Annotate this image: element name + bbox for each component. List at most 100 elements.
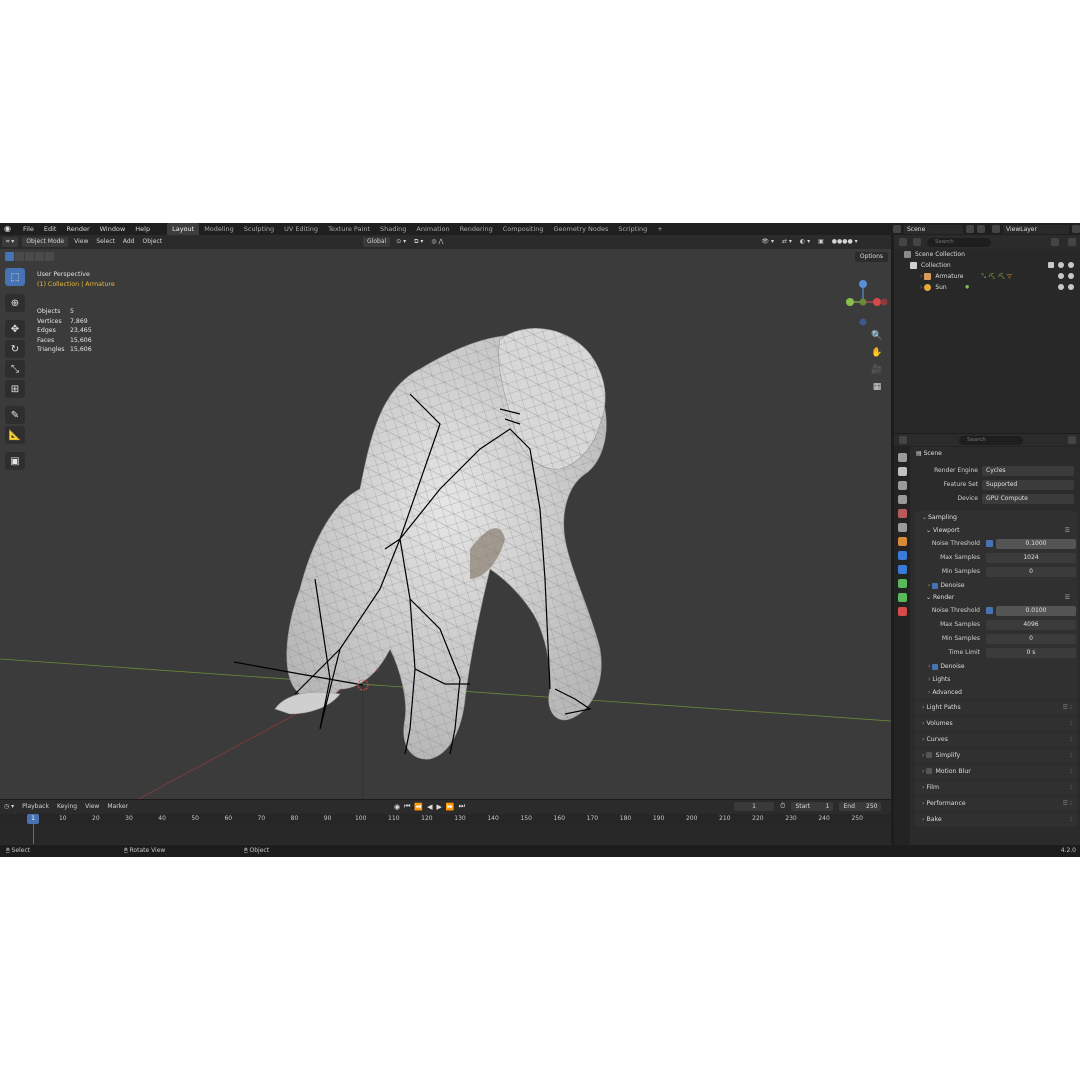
- scene-selector[interactable]: Scene: [893, 224, 985, 234]
- tab-shading[interactable]: Shading: [375, 223, 411, 235]
- visibility-icon[interactable]: 👁 ▾: [757, 237, 778, 247]
- z-axis-icon[interactable]: [859, 280, 867, 288]
- menu-view[interactable]: View: [70, 237, 92, 247]
- view-layer-selector[interactable]: ViewLayer: [992, 224, 1080, 234]
- modifiers-tab-icon[interactable]: [897, 565, 907, 574]
- tab-uv-editing[interactable]: UV Editing: [279, 223, 323, 235]
- simplify-panel[interactable]: › Simplify ⁝: [914, 748, 1078, 763]
- timeline-editor-type-icon[interactable]: ◷ ▾: [0, 800, 18, 813]
- r-denoise-checkbox[interactable]: [932, 663, 939, 670]
- menu-file[interactable]: File: [18, 223, 39, 235]
- new-collection-icon[interactable]: [1068, 238, 1076, 246]
- transform-orientation-dropdown[interactable]: Global: [363, 237, 391, 247]
- clock-icon[interactable]: ⏱: [780, 802, 785, 811]
- collection-exclude-checkbox[interactable]: [1048, 262, 1054, 268]
- properties-options-icon[interactable]: [1068, 436, 1076, 444]
- outliner-panel[interactable]: Search Scene Collection Collection › Arm…: [894, 235, 1080, 433]
- collection-tab-icon[interactable]: [897, 537, 907, 546]
- armature-render-icon[interactable]: [1068, 273, 1074, 279]
- transform-tool-icon[interactable]: ⊞: [5, 380, 25, 398]
- sampling-header[interactable]: ⌄Sampling: [914, 511, 1078, 525]
- vp-denoise-checkbox[interactable]: [932, 582, 939, 589]
- vp-noise-threshold-checkbox[interactable]: [986, 540, 993, 547]
- properties-panel[interactable]: Search ▤ Scene Render Engine Cycles Feat…: [894, 434, 1080, 845]
- tab-layout[interactable]: Layout: [167, 223, 200, 235]
- texture-tab-icon[interactable]: [897, 607, 907, 616]
- menu-edit[interactable]: Edit: [39, 223, 62, 235]
- record-icon[interactable]: ◉: [394, 803, 400, 811]
- menu-render[interactable]: Render: [61, 223, 94, 235]
- render-tab-icon[interactable]: [897, 467, 907, 476]
- r-noise-threshold-field[interactable]: 0.0100: [996, 606, 1076, 616]
- snap-icon[interactable]: ⧉ ▾: [410, 237, 427, 247]
- constraints-tab-icon[interactable]: [897, 593, 907, 602]
- 3d-viewport[interactable]: ⌗ ▾ Object Mode View Select Add Object G…: [0, 235, 891, 799]
- outliner-scene-collection[interactable]: Scene Collection: [894, 249, 1080, 260]
- advanced-subpanel[interactable]: › Advanced: [914, 686, 1078, 699]
- bake-panel[interactable]: › Bake ⁝: [914, 812, 1078, 827]
- filter-icon[interactable]: [1051, 238, 1059, 246]
- film-panel[interactable]: › Film ⁝: [914, 780, 1078, 795]
- jump-start-icon[interactable]: ⏮: [404, 802, 410, 811]
- new-scene-icon[interactable]: [977, 225, 985, 233]
- properties-editor-type-icon[interactable]: [899, 436, 907, 444]
- scale-tool-icon[interactable]: ⤡: [5, 360, 25, 378]
- playhead-frame[interactable]: 1: [27, 814, 39, 824]
- pan-hand-icon[interactable]: ✋: [870, 347, 884, 360]
- volumes-panel[interactable]: › Volumes ⁝: [914, 716, 1078, 731]
- render-engine-dropdown[interactable]: Cycles: [982, 466, 1074, 476]
- mode-dropdown[interactable]: Object Mode: [22, 237, 69, 247]
- curves-panel[interactable]: › Curves ⁝: [914, 732, 1078, 747]
- rotate-tool-icon[interactable]: ↻: [5, 340, 25, 358]
- tab-geometry-nodes[interactable]: Geometry Nodes: [549, 223, 614, 235]
- select-box-tool-icon[interactable]: ⬚: [5, 268, 25, 286]
- gorilla-mesh[interactable]: [274, 328, 607, 760]
- menu-playback[interactable]: Playback: [18, 800, 53, 813]
- r-denoise-subpanel[interactable]: › Denoise: [920, 660, 1076, 673]
- next-keyframe-icon[interactable]: ⏩: [446, 803, 455, 811]
- tab-modeling[interactable]: Modeling: [199, 223, 239, 235]
- vp-noise-threshold-field[interactable]: 0.1000: [996, 539, 1076, 549]
- collection-render-icon[interactable]: [1068, 262, 1074, 268]
- menu-add[interactable]: Add: [119, 237, 139, 247]
- measure-tool-icon[interactable]: 📐: [5, 426, 25, 444]
- shading-modes-icon[interactable]: ●●●● ▾: [828, 237, 862, 247]
- menu-timeline-view[interactable]: View: [81, 800, 103, 813]
- navigation-gizmo[interactable]: [838, 277, 888, 327]
- zoom-icon[interactable]: 🔍: [870, 330, 884, 343]
- timeline-editor[interactable]: ◷ ▾ Playback Keying View Marker ◉ ⏮ ⏪ ◀ …: [0, 799, 891, 845]
- camera-view-icon[interactable]: 🎥: [870, 364, 884, 377]
- add-cube-tool-icon[interactable]: ▣: [5, 452, 25, 470]
- simplify-checkbox[interactable]: [926, 752, 933, 758]
- light-paths-panel[interactable]: › Light Paths ☰ ⁝: [914, 700, 1078, 715]
- vp-max-samples-field[interactable]: 1024: [986, 553, 1076, 563]
- pivot-icon[interactable]: ⊙ ▾: [392, 237, 410, 247]
- editor-type-icon[interactable]: ⌗ ▾: [2, 237, 19, 247]
- tab-rendering[interactable]: Rendering: [455, 223, 498, 235]
- feature-set-dropdown[interactable]: Supported: [982, 480, 1074, 490]
- tool-tab-icon[interactable]: [897, 453, 907, 462]
- tab-texture-paint[interactable]: Texture Paint: [323, 223, 375, 235]
- properties-search-input[interactable]: Search: [959, 435, 1023, 445]
- vp-denoise-subpanel[interactable]: › Denoise: [920, 579, 1076, 592]
- annotate-tool-icon[interactable]: ✎: [5, 406, 25, 424]
- scene-render[interactable]: [0, 249, 891, 799]
- cursor-tool-icon[interactable]: ⊕: [5, 294, 25, 312]
- start-frame-field[interactable]: Start 1: [791, 802, 834, 811]
- tab-compositing[interactable]: Compositing: [498, 223, 549, 235]
- view-layer-tab-icon[interactable]: [897, 495, 907, 504]
- menu-keying[interactable]: Keying: [53, 800, 81, 813]
- world-tab-icon[interactable]: [897, 523, 907, 532]
- jump-end-icon[interactable]: ⏭: [459, 802, 465, 811]
- sun-render-icon[interactable]: [1068, 284, 1074, 290]
- outliner-search-input[interactable]: Search: [927, 237, 991, 247]
- r-time-limit-field[interactable]: 0 s: [986, 648, 1076, 658]
- move-tool-icon[interactable]: ✥: [5, 320, 25, 338]
- display-mode-icon[interactable]: [913, 238, 921, 246]
- performance-panel[interactable]: › Performance ☰ ⁝: [914, 796, 1078, 811]
- sun-visibility-icon[interactable]: [1058, 284, 1064, 290]
- motion-blur-panel[interactable]: › Motion Blur ⁝: [914, 764, 1078, 779]
- add-workspace-icon[interactable]: +: [652, 223, 667, 235]
- viewport-subpanel-header[interactable]: ⌄ Viewport ☰: [920, 525, 1076, 537]
- outliner-sun[interactable]: › Sun ✹: [894, 282, 1080, 293]
